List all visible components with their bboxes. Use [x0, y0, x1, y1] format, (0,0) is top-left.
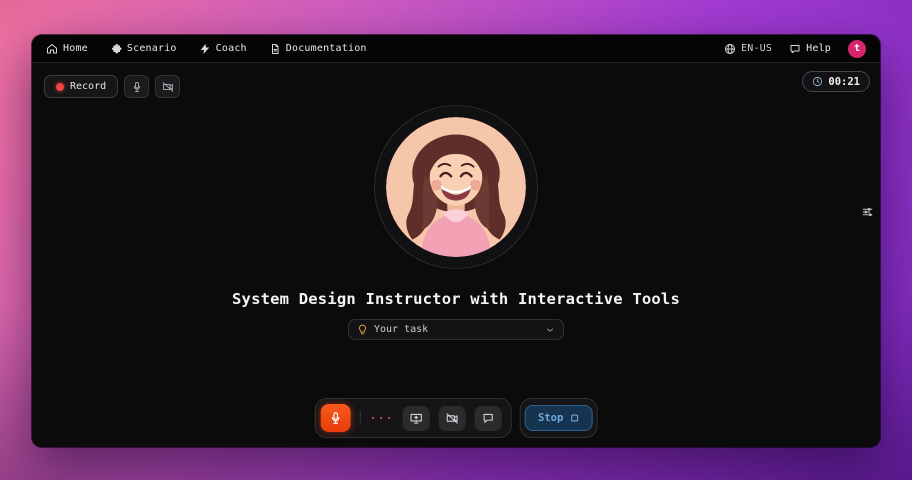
globe-icon — [724, 43, 736, 55]
language-selector[interactable]: EN-US — [724, 43, 772, 55]
nav-item-coach[interactable]: Coach — [199, 43, 247, 55]
nav-item-scenario[interactable]: Scenario — [110, 43, 177, 55]
screen-share-button[interactable] — [403, 406, 430, 431]
session-timer: 00:21 — [802, 71, 870, 92]
scenario-title: System Design Instructor with Interactiv… — [232, 290, 680, 308]
record-dot-icon — [56, 83, 64, 91]
user-avatar[interactable]: t — [848, 40, 866, 58]
stop-button[interactable]: Stop — [525, 405, 592, 431]
top-navbar: Home Scenario Coach Documentation — [32, 35, 880, 63]
document-icon — [269, 43, 281, 55]
lightbulb-icon — [357, 324, 368, 335]
more-options-button[interactable]: ... — [370, 411, 394, 425]
help-button[interactable]: Help — [789, 43, 831, 55]
nav-item-documentation[interactable]: Documentation — [269, 43, 367, 55]
help-label: Help — [806, 43, 831, 54]
side-panel-toggle[interactable] — [858, 201, 876, 221]
call-controls-dock: ... Stop — [315, 398, 598, 438]
camera-off-icon — [446, 412, 459, 425]
stop-square-icon — [569, 413, 579, 423]
clock-icon — [812, 76, 823, 87]
microphone-icon — [329, 411, 343, 425]
nav-item-home[interactable]: Home — [46, 43, 88, 55]
record-button[interactable]: Record — [44, 75, 118, 98]
mic-active-button[interactable] — [321, 404, 351, 432]
stop-button-group: Stop — [520, 398, 597, 438]
chat-button[interactable] — [475, 406, 502, 431]
bolt-icon — [199, 43, 211, 55]
camera-toggle-button[interactable] — [155, 75, 180, 98]
help-bubble-icon — [789, 43, 801, 55]
sliders-icon — [861, 205, 874, 218]
recording-controls: Record — [44, 75, 180, 98]
nav-item-label: Scenario — [127, 43, 177, 54]
chat-bubble-icon — [482, 412, 495, 425]
main-content: Record 00:21 — [32, 63, 880, 446]
instructor-avatar-illustration — [386, 117, 526, 257]
screen-share-icon — [410, 412, 423, 425]
task-dropdown[interactable]: Your task — [348, 319, 564, 340]
nav-left: Home Scenario Coach Documentation — [46, 43, 367, 55]
call-controls-group: ... — [315, 398, 512, 438]
app-window: Home Scenario Coach Documentation — [32, 35, 880, 447]
nav-right: EN-US Help t — [724, 40, 866, 58]
home-icon — [46, 43, 58, 55]
nav-item-label: Documentation — [286, 43, 367, 54]
task-dropdown-label: Your task — [374, 324, 539, 335]
microphone-icon — [131, 81, 143, 93]
mic-toggle-button[interactable] — [124, 75, 149, 98]
camera-off-button[interactable] — [439, 406, 466, 431]
timer-value: 00:21 — [828, 76, 860, 88]
dock-divider — [360, 411, 361, 425]
nav-item-label: Home — [63, 43, 88, 54]
nav-item-label: Coach — [216, 43, 247, 54]
user-initial: t — [854, 43, 860, 54]
puzzle-icon — [110, 43, 122, 55]
instructor-avatar-ring — [374, 105, 538, 269]
record-label: Record — [70, 81, 106, 92]
chevron-down-icon — [545, 325, 555, 335]
camera-off-icon — [162, 81, 174, 93]
language-label: EN-US — [741, 43, 772, 54]
stop-label: Stop — [538, 412, 563, 424]
